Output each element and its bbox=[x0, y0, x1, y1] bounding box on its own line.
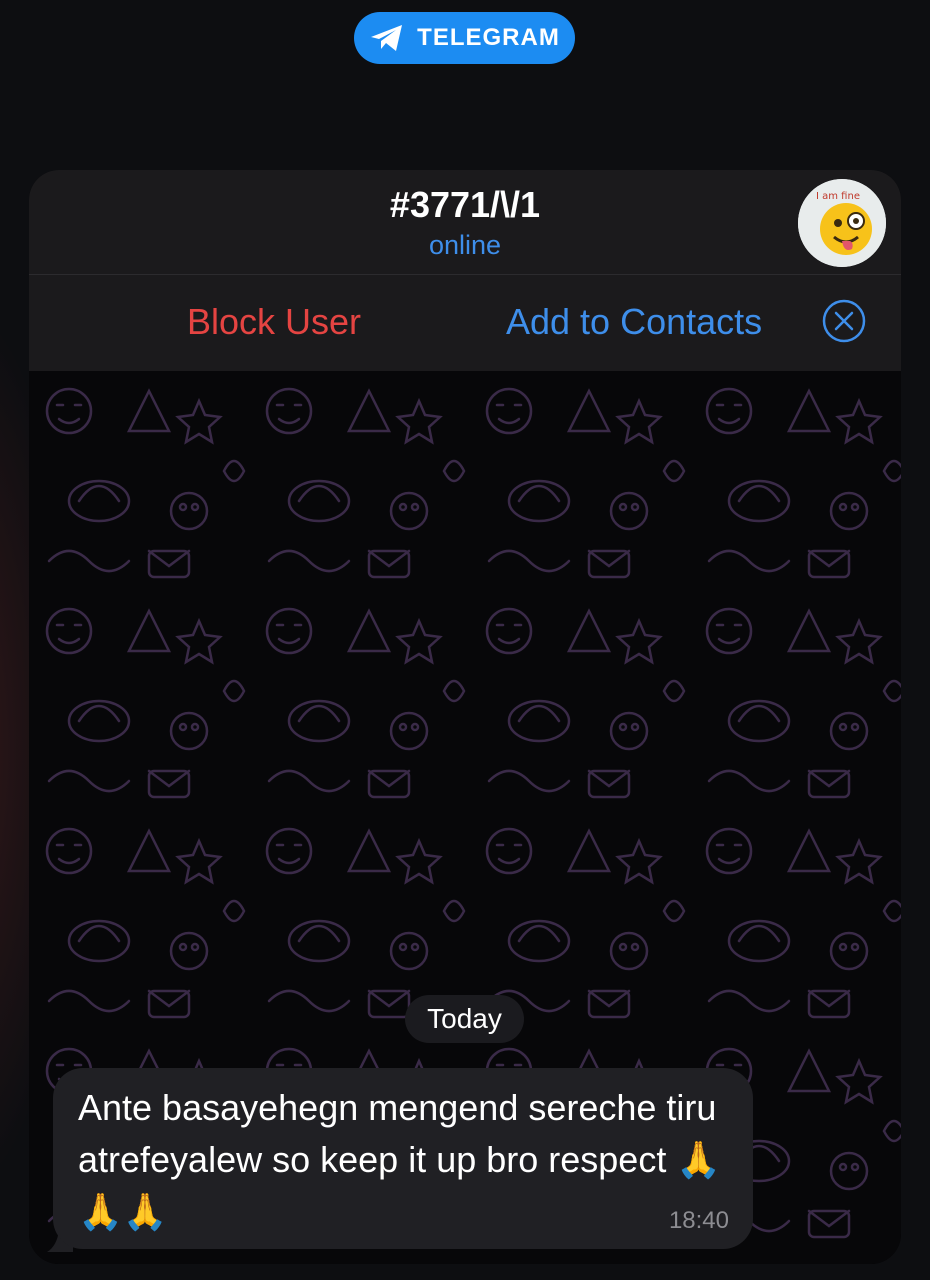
add-to-contacts-button[interactable]: Add to Contacts bbox=[506, 301, 762, 343]
avatar[interactable]: I am fine bbox=[798, 179, 886, 267]
paper-plane-icon bbox=[371, 25, 403, 51]
badge-label: TELEGRAM bbox=[417, 24, 560, 51]
chat-header: #3771/\/1 online I am fine bbox=[29, 170, 901, 275]
close-banner-icon[interactable] bbox=[822, 299, 866, 343]
chat-window: #3771/\/1 online I am fine Block User Ad… bbox=[29, 170, 901, 1264]
telegram-badge: TELEGRAM bbox=[354, 12, 575, 64]
avatar-caption: I am fine bbox=[816, 191, 860, 202]
chat-title[interactable]: #3771/\/1 bbox=[29, 184, 901, 226]
date-separator: Today bbox=[405, 995, 524, 1043]
message-bubble[interactable]: Ante basayehegn mengend sereche tiru atr… bbox=[53, 1068, 753, 1249]
message-text: Ante basayehegn mengend sereche tiru atr… bbox=[78, 1087, 722, 1232]
block-user-button[interactable]: Block User bbox=[187, 301, 361, 343]
online-status: online bbox=[428, 230, 502, 260]
message-time: 18:40 bbox=[668, 1207, 729, 1234]
contact-actions-bar: Block User Add to Contacts bbox=[29, 275, 901, 371]
